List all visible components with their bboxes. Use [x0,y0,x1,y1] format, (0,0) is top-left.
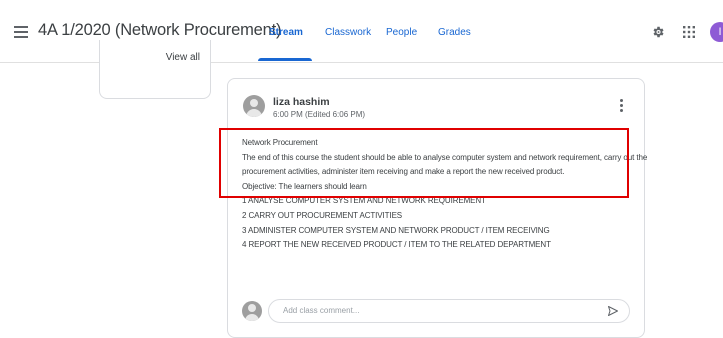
post-author: liza hashim [273,96,330,108]
post-line: 2 CARRY OUT PROCUREMENT ACTIVITIES [242,210,403,220]
class-title[interactable]: 4A 1/2020 (Network Procurement) [38,21,281,40]
tab-classwork[interactable]: Classwork [325,27,371,38]
view-all-link[interactable]: View all [166,52,200,63]
more-vert-icon[interactable] [620,99,624,113]
post-line: 4 REPORT THE NEW RECEIVED PRODUCT / ITEM… [242,240,551,250]
tab-grades[interactable]: Grades [438,27,471,38]
post-line: 3 ADMINISTER COMPUTER SYSTEM AND NETWORK… [242,225,550,235]
tab-people[interactable]: People [386,27,417,38]
gear-icon[interactable] [651,25,665,39]
send-icon[interactable] [607,305,619,317]
apps-grid-icon[interactable] [683,26,695,38]
commenter-avatar [242,301,262,321]
class-comment-input[interactable] [281,305,585,316]
menu-icon[interactable] [14,26,28,38]
highlight-box [219,128,629,198]
post-timestamp: 6:00 PM (Edited 6:06 PM) [273,110,366,119]
class-comment-field[interactable] [268,299,630,323]
account-avatar[interactable]: I [710,22,723,42]
author-avatar [243,95,265,117]
upcoming-card: View all [99,40,211,99]
tab-stream[interactable]: Stream [269,27,303,38]
active-tab-indicator [258,58,312,61]
